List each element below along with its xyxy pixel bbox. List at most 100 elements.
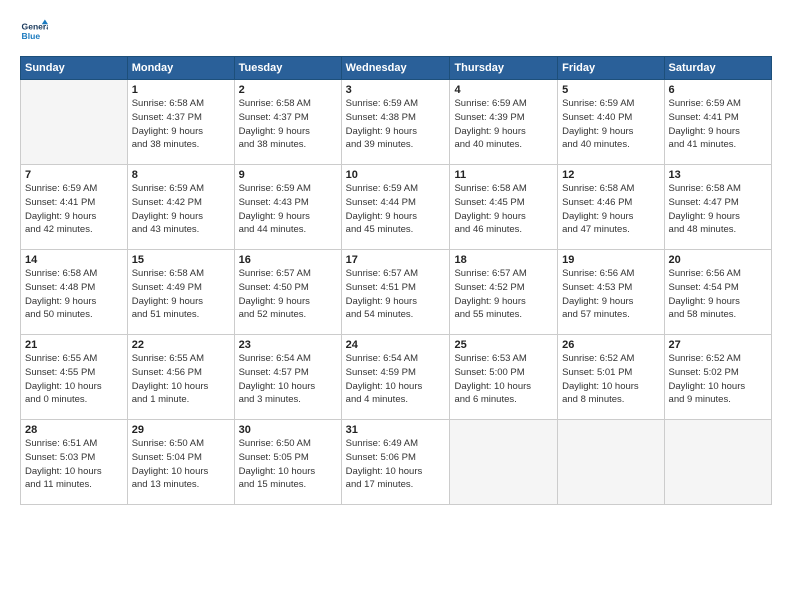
calendar-cell: 2Sunrise: 6:58 AMSunset: 4:37 PMDaylight… [234, 80, 341, 165]
calendar-cell: 23Sunrise: 6:54 AMSunset: 4:57 PMDayligh… [234, 335, 341, 420]
calendar-cell: 21Sunrise: 6:55 AMSunset: 4:55 PMDayligh… [21, 335, 128, 420]
day-info: Sunrise: 6:52 AMSunset: 5:02 PMDaylight:… [669, 352, 767, 407]
day-info: Sunrise: 6:58 AMSunset: 4:46 PMDaylight:… [562, 182, 659, 237]
calendar-week-row: 1Sunrise: 6:58 AMSunset: 4:37 PMDaylight… [21, 80, 772, 165]
day-number: 9 [239, 169, 337, 181]
day-number: 15 [132, 254, 230, 266]
calendar-cell: 14Sunrise: 6:58 AMSunset: 4:48 PMDayligh… [21, 250, 128, 335]
day-number: 26 [562, 339, 659, 351]
day-number: 28 [25, 424, 123, 436]
day-number: 31 [346, 424, 446, 436]
calendar-cell: 13Sunrise: 6:58 AMSunset: 4:47 PMDayligh… [664, 165, 771, 250]
day-info: Sunrise: 6:58 AMSunset: 4:48 PMDaylight:… [25, 267, 123, 322]
day-info: Sunrise: 6:59 AMSunset: 4:40 PMDaylight:… [562, 97, 659, 152]
calendar-cell: 17Sunrise: 6:57 AMSunset: 4:51 PMDayligh… [341, 250, 450, 335]
day-info: Sunrise: 6:58 AMSunset: 4:37 PMDaylight:… [239, 97, 337, 152]
calendar-cell: 5Sunrise: 6:59 AMSunset: 4:40 PMDaylight… [558, 80, 664, 165]
weekday-header-tuesday: Tuesday [234, 57, 341, 80]
day-info: Sunrise: 6:55 AMSunset: 4:56 PMDaylight:… [132, 352, 230, 407]
day-number: 16 [239, 254, 337, 266]
day-info: Sunrise: 6:57 AMSunset: 4:51 PMDaylight:… [346, 267, 446, 322]
calendar-cell: 19Sunrise: 6:56 AMSunset: 4:53 PMDayligh… [558, 250, 664, 335]
calendar-week-row: 21Sunrise: 6:55 AMSunset: 4:55 PMDayligh… [21, 335, 772, 420]
day-number: 27 [669, 339, 767, 351]
day-number: 4 [454, 84, 553, 96]
calendar-week-row: 28Sunrise: 6:51 AMSunset: 5:03 PMDayligh… [21, 420, 772, 505]
calendar-cell: 1Sunrise: 6:58 AMSunset: 4:37 PMDaylight… [127, 80, 234, 165]
calendar-cell: 8Sunrise: 6:59 AMSunset: 4:42 PMDaylight… [127, 165, 234, 250]
svg-text:Blue: Blue [22, 31, 41, 41]
day-number: 5 [562, 84, 659, 96]
day-number: 6 [669, 84, 767, 96]
day-info: Sunrise: 6:50 AMSunset: 5:05 PMDaylight:… [239, 437, 337, 492]
day-info: Sunrise: 6:56 AMSunset: 4:54 PMDaylight:… [669, 267, 767, 322]
weekday-header-wednesday: Wednesday [341, 57, 450, 80]
calendar-cell: 28Sunrise: 6:51 AMSunset: 5:03 PMDayligh… [21, 420, 128, 505]
day-info: Sunrise: 6:59 AMSunset: 4:42 PMDaylight:… [132, 182, 230, 237]
calendar-cell: 3Sunrise: 6:59 AMSunset: 4:38 PMDaylight… [341, 80, 450, 165]
day-info: Sunrise: 6:57 AMSunset: 4:50 PMDaylight:… [239, 267, 337, 322]
calendar-cell: 31Sunrise: 6:49 AMSunset: 5:06 PMDayligh… [341, 420, 450, 505]
calendar-table: SundayMondayTuesdayWednesdayThursdayFrid… [20, 56, 772, 505]
logo-icon: General Blue [20, 18, 48, 46]
calendar-cell [664, 420, 771, 505]
calendar-cell: 6Sunrise: 6:59 AMSunset: 4:41 PMDaylight… [664, 80, 771, 165]
weekday-header-saturday: Saturday [664, 57, 771, 80]
day-info: Sunrise: 6:54 AMSunset: 4:57 PMDaylight:… [239, 352, 337, 407]
day-number: 1 [132, 84, 230, 96]
day-number: 21 [25, 339, 123, 351]
weekday-header-thursday: Thursday [450, 57, 558, 80]
day-info: Sunrise: 6:50 AMSunset: 5:04 PMDaylight:… [132, 437, 230, 492]
day-info: Sunrise: 6:59 AMSunset: 4:38 PMDaylight:… [346, 97, 446, 152]
calendar-cell: 10Sunrise: 6:59 AMSunset: 4:44 PMDayligh… [341, 165, 450, 250]
day-info: Sunrise: 6:56 AMSunset: 4:53 PMDaylight:… [562, 267, 659, 322]
day-number: 14 [25, 254, 123, 266]
day-number: 12 [562, 169, 659, 181]
calendar-cell [558, 420, 664, 505]
calendar-cell: 16Sunrise: 6:57 AMSunset: 4:50 PMDayligh… [234, 250, 341, 335]
day-number: 20 [669, 254, 767, 266]
weekday-header-row: SundayMondayTuesdayWednesdayThursdayFrid… [21, 57, 772, 80]
day-number: 29 [132, 424, 230, 436]
day-info: Sunrise: 6:59 AMSunset: 4:43 PMDaylight:… [239, 182, 337, 237]
day-info: Sunrise: 6:58 AMSunset: 4:37 PMDaylight:… [132, 97, 230, 152]
day-number: 17 [346, 254, 446, 266]
page: General Blue SundayMondayTuesdayWednesda… [0, 0, 792, 612]
day-info: Sunrise: 6:58 AMSunset: 4:45 PMDaylight:… [454, 182, 553, 237]
day-info: Sunrise: 6:58 AMSunset: 4:47 PMDaylight:… [669, 182, 767, 237]
calendar-cell [450, 420, 558, 505]
calendar-cell: 18Sunrise: 6:57 AMSunset: 4:52 PMDayligh… [450, 250, 558, 335]
weekday-header-sunday: Sunday [21, 57, 128, 80]
day-number: 24 [346, 339, 446, 351]
calendar-cell: 4Sunrise: 6:59 AMSunset: 4:39 PMDaylight… [450, 80, 558, 165]
day-number: 7 [25, 169, 123, 181]
day-number: 8 [132, 169, 230, 181]
day-info: Sunrise: 6:58 AMSunset: 4:49 PMDaylight:… [132, 267, 230, 322]
weekday-header-monday: Monday [127, 57, 234, 80]
day-number: 11 [454, 169, 553, 181]
day-info: Sunrise: 6:52 AMSunset: 5:01 PMDaylight:… [562, 352, 659, 407]
calendar-cell: 20Sunrise: 6:56 AMSunset: 4:54 PMDayligh… [664, 250, 771, 335]
day-number: 18 [454, 254, 553, 266]
calendar-week-row: 7Sunrise: 6:59 AMSunset: 4:41 PMDaylight… [21, 165, 772, 250]
calendar-cell: 25Sunrise: 6:53 AMSunset: 5:00 PMDayligh… [450, 335, 558, 420]
calendar-cell: 30Sunrise: 6:50 AMSunset: 5:05 PMDayligh… [234, 420, 341, 505]
day-info: Sunrise: 6:59 AMSunset: 4:41 PMDaylight:… [669, 97, 767, 152]
calendar-week-row: 14Sunrise: 6:58 AMSunset: 4:48 PMDayligh… [21, 250, 772, 335]
day-number: 2 [239, 84, 337, 96]
day-info: Sunrise: 6:53 AMSunset: 5:00 PMDaylight:… [454, 352, 553, 407]
day-number: 23 [239, 339, 337, 351]
day-number: 3 [346, 84, 446, 96]
day-number: 25 [454, 339, 553, 351]
calendar-cell [21, 80, 128, 165]
day-info: Sunrise: 6:55 AMSunset: 4:55 PMDaylight:… [25, 352, 123, 407]
day-info: Sunrise: 6:49 AMSunset: 5:06 PMDaylight:… [346, 437, 446, 492]
calendar-cell: 24Sunrise: 6:54 AMSunset: 4:59 PMDayligh… [341, 335, 450, 420]
day-number: 13 [669, 169, 767, 181]
calendar-cell: 22Sunrise: 6:55 AMSunset: 4:56 PMDayligh… [127, 335, 234, 420]
day-info: Sunrise: 6:59 AMSunset: 4:41 PMDaylight:… [25, 182, 123, 237]
calendar-cell: 27Sunrise: 6:52 AMSunset: 5:02 PMDayligh… [664, 335, 771, 420]
day-number: 30 [239, 424, 337, 436]
day-info: Sunrise: 6:59 AMSunset: 4:44 PMDaylight:… [346, 182, 446, 237]
day-info: Sunrise: 6:57 AMSunset: 4:52 PMDaylight:… [454, 267, 553, 322]
